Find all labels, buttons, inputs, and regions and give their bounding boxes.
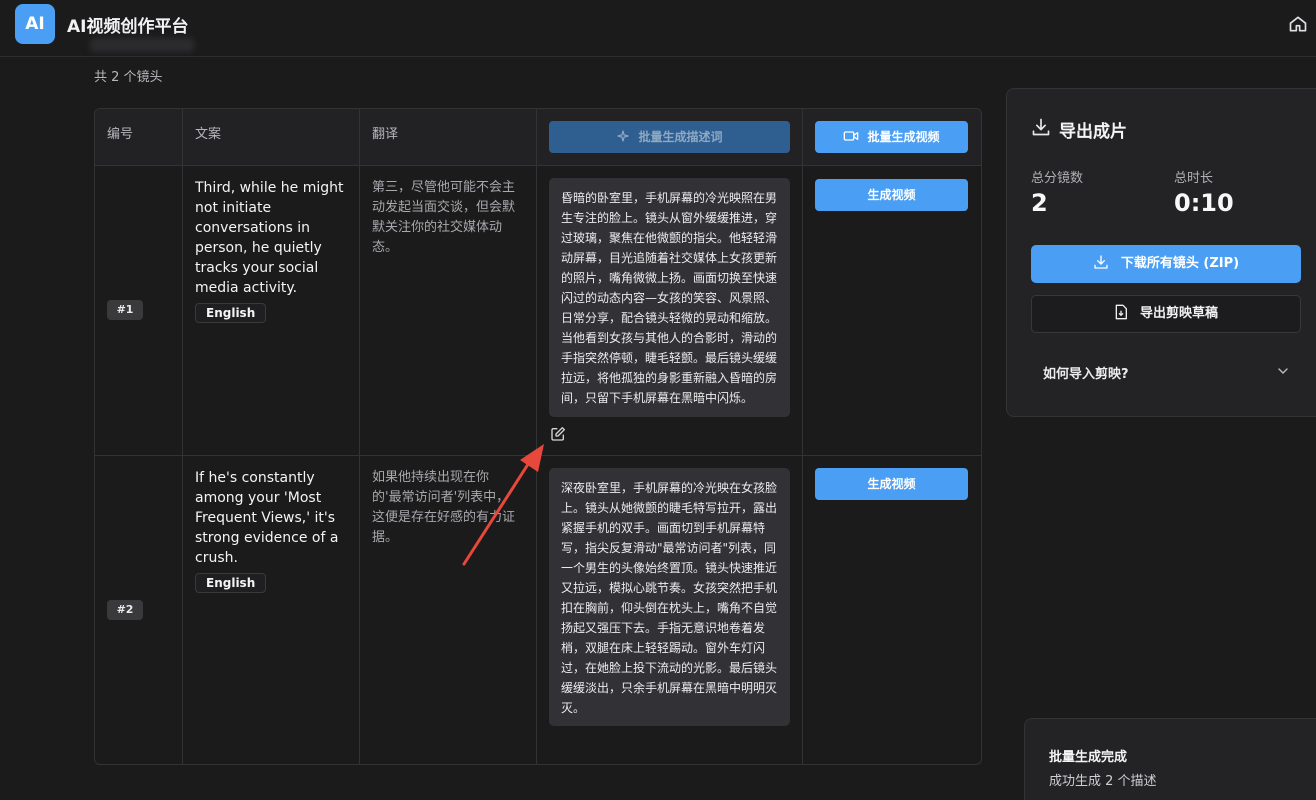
total-shots-value: 2 <box>1031 189 1048 217</box>
home-icon[interactable] <box>1288 14 1308 34</box>
app-header: AI AI视频创作平台 <box>0 0 1316 57</box>
export-draft-button[interactable]: 导出剪映草稿 <box>1031 295 1301 333</box>
sparkle-icon <box>618 130 629 142</box>
blurred-subtitle <box>90 38 194 52</box>
row-copy-text: Third, while he might not initiate conve… <box>195 180 344 296</box>
export-title: 导出成片 <box>1059 122 1127 142</box>
row-number-badge: #2 <box>107 600 143 620</box>
batch-generate-description-button[interactable]: 批量生成描述词 <box>549 121 790 153</box>
file-download-icon <box>1115 304 1127 320</box>
batch-generate-description-label: 批量生成描述词 <box>638 130 723 144</box>
annotation-arrow-icon <box>462 444 544 566</box>
export-panel: 导出成片 总分镜数 2 总时长 0:10 下载所有镜头 (ZIP) 导出剪映草稿… <box>1006 88 1316 417</box>
download-zip-button[interactable]: 下载所有镜头 (ZIP) <box>1031 245 1301 283</box>
app-title: AI视频创作平台 <box>67 17 189 37</box>
app-logo: AI <box>15 4 55 44</box>
batch-generate-video-button[interactable]: 批量生成视频 <box>815 121 968 153</box>
shot-count: 共 2 个镜头 <box>94 70 163 85</box>
download-zip-label: 下载所有镜头 (ZIP) <box>1120 256 1240 271</box>
col-divider <box>359 109 360 764</box>
batch-generate-video-label: 批量生成视频 <box>867 130 940 144</box>
row-translation-text: 第三，尽管他可能不会主动发起当面交谈，但会默默关注你的社交媒体动态。 <box>372 180 516 255</box>
col-divider <box>536 109 537 764</box>
toast-message: 成功生成 2 个描述 <box>1049 774 1157 789</box>
header-id: 编号 <box>107 127 134 142</box>
shots-table: 编号 文案 翻译 批量生成描述词 批量生成视频 #1 Third, while … <box>94 108 982 765</box>
total-duration-label: 总时长 <box>1174 171 1214 186</box>
generate-video-button[interactable]: 生成视频 <box>815 179 968 211</box>
language-tag: English <box>195 303 267 323</box>
export-draft-label: 导出剪映草稿 <box>1139 306 1218 321</box>
row-number-badge: #1 <box>107 300 143 320</box>
video-camera-icon <box>844 131 859 141</box>
row-description-box[interactable]: 昏暗的卧室里，手机屏幕的冷光映照在男生专注的脸上。镜头从窗外缓缓推进，穿过玻璃，… <box>549 178 790 417</box>
row-copy-text: If he's constantly among your 'Most Freq… <box>195 470 339 566</box>
edit-icon[interactable] <box>550 426 566 442</box>
generate-video-button[interactable]: 生成视频 <box>815 468 968 500</box>
howto-import-toggle[interactable]: 如何导入剪映? <box>1043 363 1129 382</box>
toast-notification: 批量生成完成 成功生成 2 个描述 <box>1024 718 1316 800</box>
header-translation: 翻译 <box>372 127 399 142</box>
download-icon <box>1032 118 1050 136</box>
total-shots-label: 总分镜数 <box>1031 171 1084 186</box>
download-icon <box>1094 255 1108 269</box>
total-duration-value: 0:10 <box>1174 189 1234 217</box>
header-copy: 文案 <box>195 127 222 142</box>
chevron-down-icon[interactable] <box>1275 363 1291 379</box>
row-description-box[interactable]: 深夜卧室里，手机屏幕的冷光映在女孩脸上。镜头从她微颤的睫毛特写拉开，露出紧握手机… <box>549 468 790 726</box>
toast-title: 批量生成完成 <box>1049 750 1128 765</box>
col-divider <box>182 109 183 764</box>
language-tag: English <box>195 573 267 593</box>
col-divider <box>802 109 803 764</box>
